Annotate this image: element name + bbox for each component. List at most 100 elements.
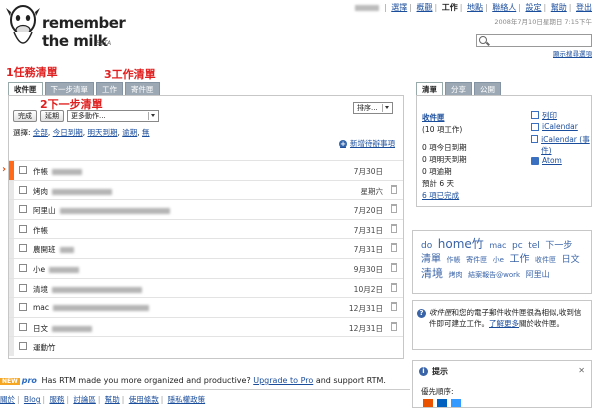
tab-inbox[interactable]: 收件匣 xyxy=(8,82,43,96)
tag[interactable]: home竹 xyxy=(438,237,484,251)
footer-forum[interactable]: 討論區 xyxy=(73,395,96,404)
tab-public[interactable]: 公開 xyxy=(474,82,501,96)
trash-icon[interactable] xyxy=(391,204,397,214)
upgrade-to-pro-link[interactable]: Upgrade to Pro xyxy=(253,376,313,385)
task-name[interactable]: 作帳 xyxy=(33,166,82,177)
tab-sent[interactable]: 寄件匣 xyxy=(125,82,160,96)
table-row[interactable]: 運動竹 xyxy=(9,336,403,356)
task-name[interactable]: mac xyxy=(33,303,150,312)
nav-overview[interactable]: 概觀 xyxy=(417,3,433,12)
select-all-link[interactable]: 全部 xyxy=(33,128,48,137)
tag[interactable]: 小e xyxy=(493,256,504,264)
table-row[interactable]: 作帳 7月31日 xyxy=(9,218,403,239)
task-checkbox[interactable] xyxy=(19,303,27,312)
footer-help[interactable]: 幫助 xyxy=(105,395,120,404)
nav-contacts[interactable]: 聯絡人 xyxy=(492,3,516,12)
tag[interactable]: 清境 xyxy=(421,267,443,280)
task-checkbox[interactable] xyxy=(19,224,27,233)
task-name[interactable]: 清境 xyxy=(33,284,142,295)
table-row[interactable]: 阿里山 7月20日 xyxy=(9,199,403,219)
trash-icon[interactable] xyxy=(391,243,397,253)
task-checkbox[interactable] xyxy=(19,185,27,194)
nav-help[interactable]: 幫助 xyxy=(551,3,567,12)
print-link[interactable]: 列印 xyxy=(531,110,557,121)
task-checkbox[interactable] xyxy=(19,244,27,253)
table-row[interactable]: › 作帳 7月30日 xyxy=(2,160,403,180)
tab-work[interactable]: 工作 xyxy=(96,82,123,96)
trash-icon[interactable] xyxy=(391,321,397,331)
tag[interactable]: 結案報告@work xyxy=(468,271,520,279)
tag[interactable]: do xyxy=(421,241,432,251)
select-due-today-link[interactable]: 今日到期 xyxy=(53,128,83,137)
pointer-arrow-icon: › xyxy=(2,164,7,175)
tab-share[interactable]: 分享 xyxy=(445,82,472,96)
priority-2-swatch[interactable] xyxy=(437,399,447,407)
tag[interactable]: tel xyxy=(528,241,540,251)
atom-link[interactable]: Atom xyxy=(531,156,562,165)
tag[interactable]: 清單 xyxy=(421,254,441,265)
trash-icon[interactable] xyxy=(391,302,397,312)
trash-icon[interactable] xyxy=(391,262,397,272)
table-row[interactable]: 小e 9月30日 xyxy=(9,257,403,278)
select-due-tomorrow-link[interactable]: 明天到期 xyxy=(87,128,117,137)
task-checkbox[interactable] xyxy=(19,205,27,214)
list-title[interactable]: 收件匣 xyxy=(422,112,445,123)
table-row[interactable]: 烤肉 星期六 xyxy=(9,179,403,200)
task-name[interactable]: 小e xyxy=(33,264,80,275)
completed-link[interactable]: 6 項已完成 xyxy=(422,190,459,201)
tag[interactable]: 工作 xyxy=(510,254,530,265)
task-checkbox[interactable] xyxy=(19,263,27,272)
tag[interactable]: 日文 xyxy=(562,255,580,265)
task-checkbox[interactable] xyxy=(19,166,27,174)
task-name[interactable]: 農開班 xyxy=(33,244,74,255)
footer-privacy[interactable]: 隱私權政策 xyxy=(168,395,206,404)
footer-blog[interactable]: Blog xyxy=(24,395,41,404)
task-checkbox[interactable] xyxy=(19,322,27,331)
tab-next-actions[interactable]: 下一步清單 xyxy=(44,82,94,96)
add-task-link[interactable]: + 新增待辦事項 xyxy=(339,138,395,149)
task-name[interactable]: 日文 xyxy=(33,323,92,334)
trash-icon[interactable] xyxy=(391,184,397,194)
trash-icon[interactable] xyxy=(391,282,397,292)
priority-3-swatch[interactable] xyxy=(451,399,461,407)
select-none-link[interactable]: 無 xyxy=(142,128,150,137)
tag[interactable]: 阿里山 xyxy=(526,270,550,279)
task-name[interactable]: 運動竹 xyxy=(33,342,56,353)
tab-lists[interactable]: 清單 xyxy=(416,82,443,96)
table-row[interactable]: mac 12月31日 xyxy=(9,297,403,317)
tag[interactable]: mac xyxy=(489,241,506,250)
task-name[interactable]: 阿里山 xyxy=(33,205,170,216)
task-name[interactable]: 作帳 xyxy=(33,225,48,236)
complete-button[interactable]: 完成 xyxy=(13,110,37,122)
priority-1-swatch[interactable] xyxy=(423,399,433,407)
tag[interactable]: 下一步 xyxy=(545,241,572,251)
close-icon[interactable]: ✕ xyxy=(578,366,585,375)
tag[interactable]: 烤肉 xyxy=(449,271,463,279)
footer-terms[interactable]: 使用條款 xyxy=(129,395,159,404)
tag[interactable]: 寄件匣 xyxy=(466,256,487,264)
table-row[interactable]: 日文 12月31日 xyxy=(9,316,403,337)
search-input[interactable] xyxy=(476,34,592,47)
sort-select[interactable]: 排序... xyxy=(353,102,393,114)
nav-locations[interactable]: 地點 xyxy=(467,3,483,12)
trash-icon[interactable] xyxy=(391,223,397,233)
nav-logout[interactable]: 登出 xyxy=(576,3,592,12)
nav-settings[interactable]: 設定 xyxy=(526,3,542,12)
table-row[interactable]: 清境 10月2日 xyxy=(9,277,403,298)
tag[interactable]: 作帳 xyxy=(447,256,461,264)
select-overdue-link[interactable]: 逾期 xyxy=(122,128,137,137)
learn-more-link[interactable]: 了解更多 xyxy=(489,319,519,328)
tag[interactable]: pc xyxy=(512,241,523,251)
task-checkbox[interactable] xyxy=(19,283,27,292)
footer-about[interactable]: 關於 xyxy=(0,395,15,404)
tag[interactable]: 收件匣 xyxy=(535,256,556,264)
task-checkbox[interactable] xyxy=(19,342,27,351)
show-search-options-link[interactable]: 顯示搜尋選項 xyxy=(553,48,592,58)
task-name[interactable]: 烤肉 xyxy=(33,186,112,197)
icalendar-link[interactable]: iCalendar xyxy=(531,122,578,131)
nav-tasks[interactable]: 工作 xyxy=(442,3,458,12)
table-row[interactable]: 農開班 7月31日 xyxy=(9,238,403,258)
icalendar-events-link[interactable]: iCalendar (事件) xyxy=(531,134,591,156)
footer-services[interactable]: 服務 xyxy=(49,395,64,404)
nav-select[interactable]: 選擇 xyxy=(391,3,407,12)
